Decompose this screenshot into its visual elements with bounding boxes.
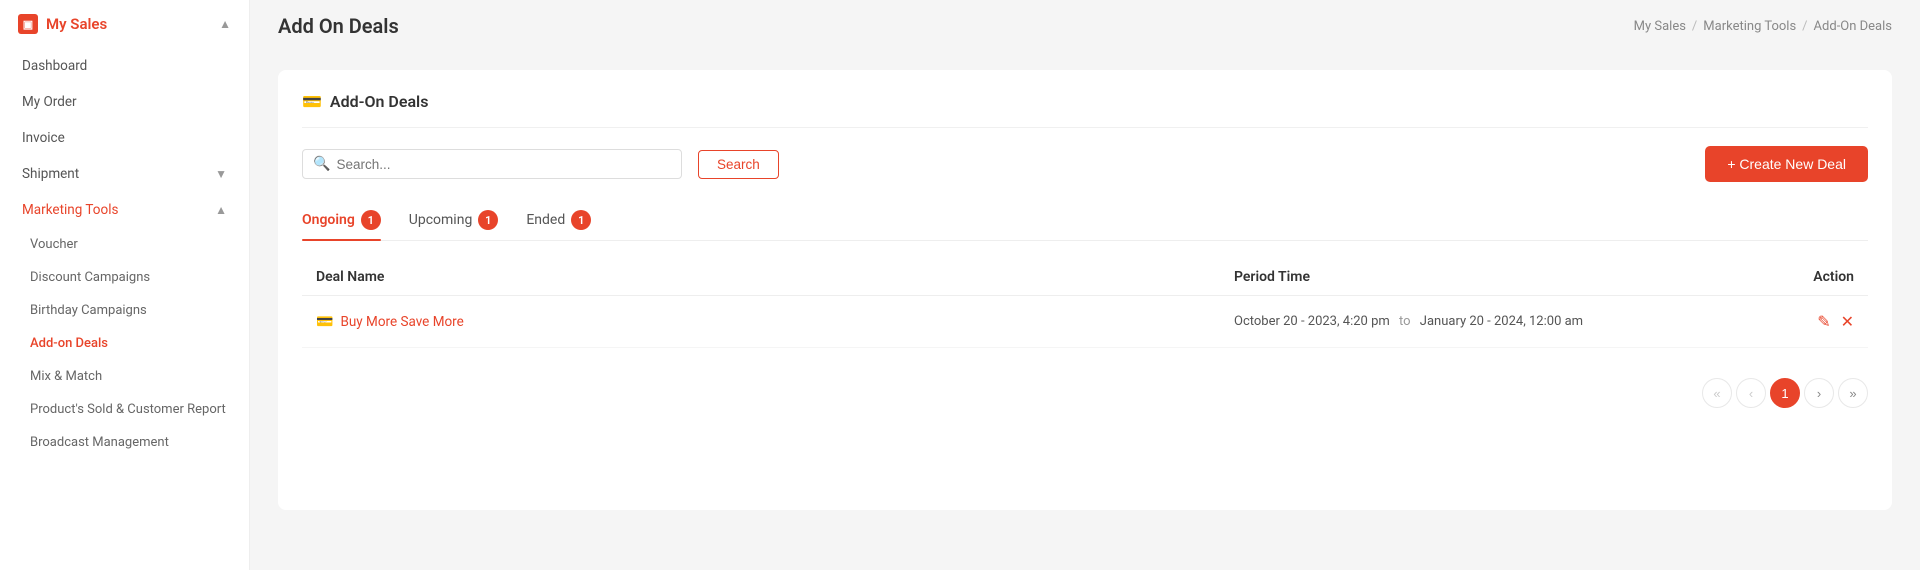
tab-upcoming[interactable]: Upcoming 1 — [409, 202, 499, 240]
create-new-deal-button[interactable]: + Create New Deal — [1705, 146, 1868, 182]
period-start: October 20 - 2023, 4:20 pm — [1234, 314, 1390, 329]
deal-name-text: Buy More Save More — [340, 314, 463, 330]
topbar: Add On Deals My Sales / Marketing Tools … — [250, 0, 1920, 52]
sidebar-item-my-order[interactable]: My Order — [0, 84, 249, 120]
col-action: Action — [1734, 269, 1854, 285]
breadcrumb-marketing-tools: Marketing Tools — [1703, 19, 1796, 34]
main-card: 💳 Add-On Deals 🔍 Search + Create New Dea… — [278, 70, 1892, 510]
brand-icon: ▣ — [18, 14, 38, 34]
tab-ongoing-label: Ongoing — [302, 212, 355, 228]
page-title: Add On Deals — [278, 14, 399, 38]
sidebar-item-products-sold[interactable]: Product's Sold & Customer Report — [0, 393, 249, 426]
tabs: Ongoing 1 Upcoming 1 Ended 1 — [302, 202, 1868, 241]
tab-upcoming-label: Upcoming — [409, 212, 473, 228]
tab-ongoing[interactable]: Ongoing 1 — [302, 202, 381, 240]
period-to: to — [1399, 314, 1411, 329]
pagination-current[interactable]: 1 — [1770, 378, 1800, 408]
search-input[interactable] — [336, 157, 671, 172]
sidebar-item-dashboard[interactable]: Dashboard — [0, 48, 249, 84]
breadcrumb-add-on-deals: Add-On Deals — [1814, 19, 1892, 34]
content-area: 💳 Add-On Deals 🔍 Search + Create New Dea… — [250, 52, 1920, 570]
marketing-chevron-icon: ▲ — [215, 203, 227, 217]
pagination-prev[interactable]: ‹ — [1736, 378, 1766, 408]
col-period-time: Period Time — [1234, 269, 1734, 285]
action-icons: ✎ ✕ — [1734, 312, 1854, 331]
deal-icon: 💳 — [316, 314, 333, 330]
sidebar-item-add-on-deals[interactable]: Add-on Deals — [0, 327, 249, 360]
sidebar-item-broadcast[interactable]: Broadcast Management — [0, 426, 249, 459]
deal-name-cell[interactable]: 💳 Buy More Save More — [316, 314, 1234, 330]
pagination-first[interactable]: « — [1702, 378, 1732, 408]
brand-chevron-icon: ▲ — [219, 17, 231, 31]
tab-upcoming-badge: 1 — [478, 210, 498, 230]
tab-ended-badge: 1 — [571, 210, 591, 230]
search-box: 🔍 — [302, 149, 682, 179]
table-row: 💳 Buy More Save More October 20 - 2023, … — [302, 296, 1868, 348]
sidebar: ▣ My Sales ▲ Dashboard My Order Invoice … — [0, 0, 250, 570]
tab-ongoing-badge: 1 — [361, 210, 381, 230]
search-row: 🔍 Search + Create New Deal — [302, 146, 1868, 182]
pagination-last[interactable]: » — [1838, 378, 1868, 408]
tab-ended[interactable]: Ended 1 — [526, 202, 591, 240]
breadcrumb-my-sales: My Sales — [1634, 19, 1686, 34]
card-header-title: Add-On Deals — [330, 92, 429, 111]
sidebar-item-voucher[interactable]: Voucher — [0, 228, 249, 261]
sidebar-item-birthday-campaigns[interactable]: Birthday Campaigns — [0, 294, 249, 327]
pagination-next[interactable]: › — [1804, 378, 1834, 408]
breadcrumb: My Sales / Marketing Tools / Add-On Deal… — [1634, 19, 1892, 34]
col-deal-name: Deal Name — [316, 269, 1234, 285]
card-header-icon: 💳 — [302, 92, 322, 111]
main-content: Add On Deals My Sales / Marketing Tools … — [250, 0, 1920, 570]
pagination: « ‹ 1 › » — [302, 368, 1868, 408]
sidebar-item-mix-match[interactable]: Mix & Match — [0, 360, 249, 393]
search-button[interactable]: Search — [698, 150, 779, 179]
table-header: Deal Name Period Time Action — [302, 259, 1868, 296]
sidebar-brand[interactable]: ▣ My Sales ▲ — [0, 0, 249, 48]
sidebar-marketing-tools[interactable]: Marketing Tools ▲ — [0, 192, 249, 228]
search-icon: 🔍 — [313, 156, 330, 172]
period-end: January 20 - 2024, 12:00 am — [1420, 314, 1583, 329]
sidebar-item-shipment[interactable]: Shipment ▼ — [0, 156, 249, 192]
brand-label: My Sales — [46, 15, 107, 33]
delete-icon[interactable]: ✕ — [1841, 312, 1854, 331]
tab-ended-label: Ended — [526, 212, 565, 228]
sidebar-item-discount-campaigns[interactable]: Discount Campaigns — [0, 261, 249, 294]
breadcrumb-sep-2: / — [1802, 19, 1807, 34]
period-time-cell: October 20 - 2023, 4:20 pm to January 20… — [1234, 314, 1734, 329]
edit-icon[interactable]: ✎ — [1817, 312, 1830, 331]
sidebar-item-invoice[interactable]: Invoice — [0, 120, 249, 156]
breadcrumb-sep-1: / — [1692, 19, 1697, 34]
card-header: 💳 Add-On Deals — [302, 92, 1868, 128]
shipment-chevron-icon: ▼ — [215, 167, 227, 181]
